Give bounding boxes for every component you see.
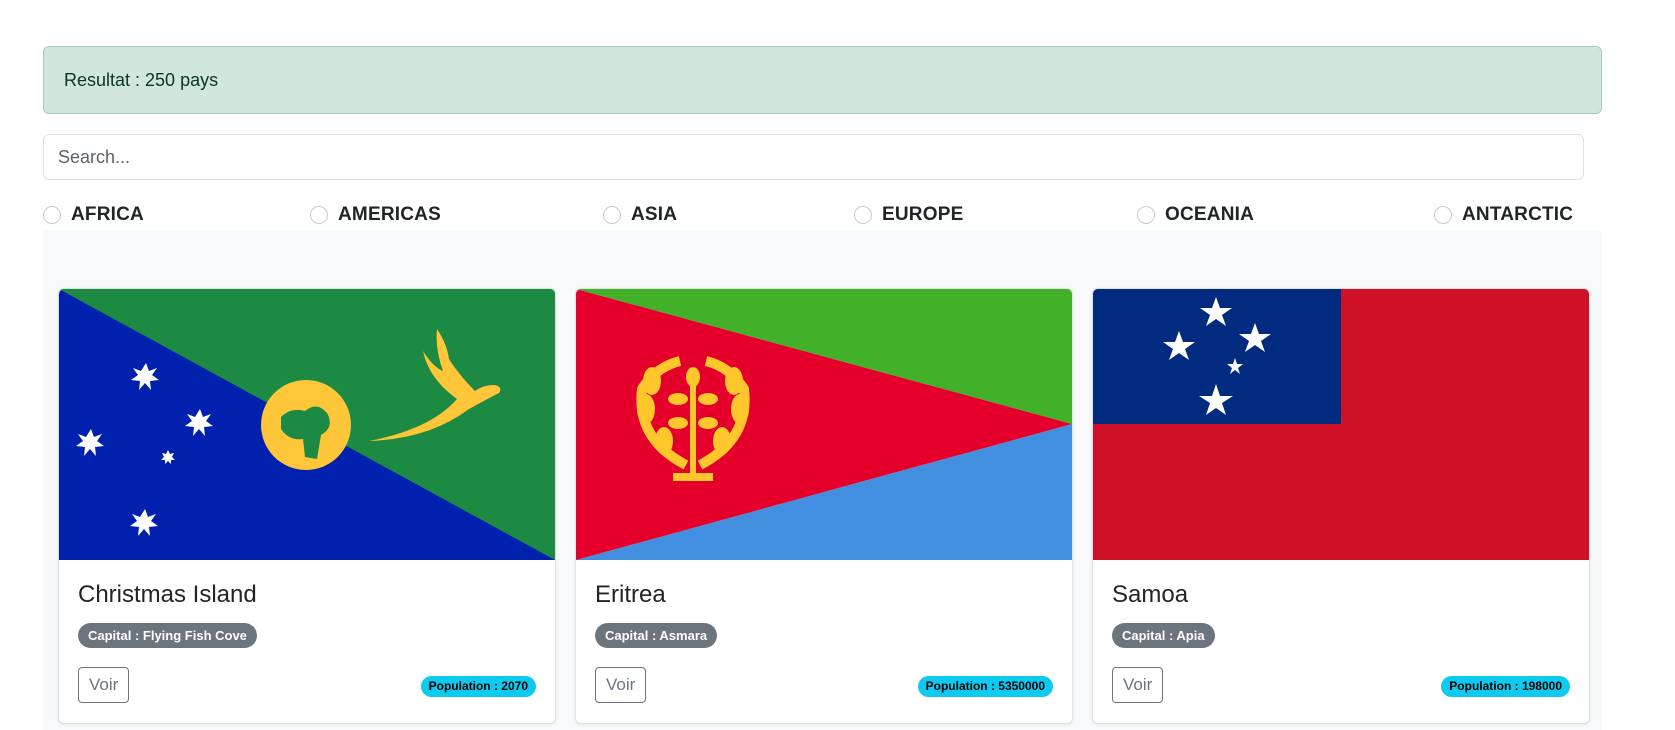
voir-button[interactable]: Voir: [595, 667, 647, 703]
region-option-europe[interactable]: EUROPE: [854, 200, 963, 230]
population-badge: Population : 5350000: [917, 676, 1053, 697]
country-name: Samoa: [1112, 581, 1189, 608]
region-option-americas[interactable]: AMERICAS: [310, 200, 441, 230]
region-radio-americas[interactable]: [310, 206, 328, 224]
region-radio-oceania[interactable]: [1137, 206, 1155, 224]
country-name: Eritrea: [595, 581, 666, 608]
region-radio-europe[interactable]: [854, 206, 872, 224]
voir-button[interactable]: Voir: [1112, 667, 1164, 703]
region-radio-africa[interactable]: [43, 206, 61, 224]
region-option-oceania[interactable]: OCEANIA: [1137, 200, 1254, 230]
region-radio-antarctic[interactable]: [1434, 206, 1452, 224]
region-label-antarctic: ANTARCTIC: [1462, 204, 1574, 225]
capital-badge: Capital : Flying Fish Cove: [78, 623, 257, 648]
region-filter: AFRICA AMERICAS ASIA EUROPE OCEANIA ANTA…: [43, 200, 1602, 230]
country-cards-area: Christmas Island Capital : Flying Fish C…: [43, 230, 1602, 730]
eritrea-flag-icon: [576, 289, 1072, 560]
region-radio-asia[interactable]: [603, 206, 621, 224]
samoa-flag-icon: [1093, 289, 1589, 560]
christmas-island-flag-icon: [59, 289, 555, 560]
region-label-oceania: OCEANIA: [1165, 204, 1255, 225]
region-label-americas: AMERICAS: [338, 204, 441, 225]
region-option-antarctic[interactable]: ANTARCTIC: [1434, 200, 1573, 230]
country-card-eritrea: Eritrea Capital : Asmara Voir Population…: [575, 288, 1073, 724]
region-label-europe: EUROPE: [882, 204, 964, 225]
capital-badge: Capital : Apia: [1112, 623, 1215, 648]
population-badge: Population : 2070: [420, 676, 536, 697]
search-input[interactable]: [43, 134, 1584, 180]
country-name: Christmas Island: [78, 581, 257, 608]
result-alert: Resultat : 250 pays: [43, 46, 1602, 114]
region-label-africa: AFRICA: [71, 204, 144, 225]
population-badge: Population : 198000: [1441, 676, 1570, 697]
region-option-asia[interactable]: ASIA: [603, 200, 677, 230]
capital-badge: Capital : Asmara: [595, 623, 718, 648]
voir-button[interactable]: Voir: [78, 667, 130, 703]
country-card-christmas-island: Christmas Island Capital : Flying Fish C…: [58, 288, 556, 724]
result-count-text: Resultat : 250 pays: [64, 69, 219, 90]
region-option-africa[interactable]: AFRICA: [43, 200, 144, 230]
country-card-samoa: Samoa Capital : Apia Voir Population : 1…: [1092, 288, 1590, 724]
region-label-asia: ASIA: [631, 204, 678, 225]
